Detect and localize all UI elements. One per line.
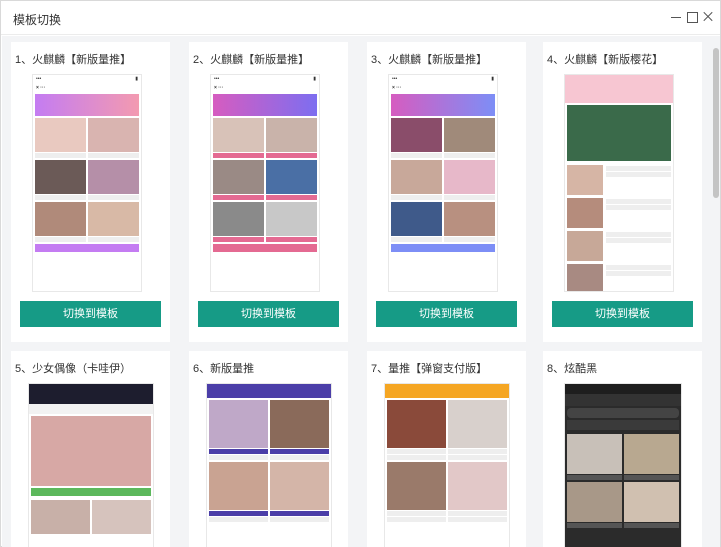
minimize-icon[interactable]: [669, 10, 683, 24]
template-name: 5、少女偶像（卡哇伊）: [15, 363, 132, 375]
template-card-5: 5、少女偶像（卡哇伊）: [11, 351, 170, 547]
template-preview-image[interactable]: ••• ▮ × ···: [210, 74, 320, 292]
template-preview-image[interactable]: [384, 383, 510, 547]
template-card-3: 3、火麒麟【新版量推】 ••• ▮ × ··· 切换到模板: [367, 42, 526, 342]
vertical-scrollbar[interactable]: [711, 36, 720, 547]
switch-template-button[interactable]: 切换到模板: [20, 301, 161, 327]
close-icon[interactable]: [701, 10, 715, 24]
template-name: 8、炫酷黑: [547, 363, 598, 375]
template-preview-image[interactable]: ••• ▮ × ···: [388, 74, 498, 292]
maximize-icon[interactable]: [685, 10, 699, 24]
template-card-1: 1、火麒麟【新版量推】 ••• ▮ × ··· 切换到模板: [11, 42, 170, 342]
template-grid: 1、火麒麟【新版量推】 ••• ▮ × ··· 切换到模板 2、火麒麟【新版量推】: [2, 36, 720, 547]
template-name: 7、量推【弹窗支付版】: [371, 363, 488, 375]
template-name: 6、新版量推: [193, 363, 255, 375]
template-card-7: 7、量推【弹窗支付版】: [367, 351, 526, 547]
template-preview-image[interactable]: ••• ▮ × ···: [32, 74, 142, 292]
title-bar: 模板切换: [1, 1, 720, 35]
template-name: 4、火麒麟【新版樱花】: [547, 54, 664, 66]
switch-template-button[interactable]: 切换到模板: [552, 301, 693, 327]
template-preview-image[interactable]: [564, 383, 682, 547]
template-card-4: 4、火麒麟【新版樱花】 切换到模板: [543, 42, 702, 342]
template-card-2: 2、火麒麟【新版量推】 ••• ▮ × ··· 切换到模板: [189, 42, 348, 342]
template-preview-image[interactable]: [564, 74, 674, 292]
template-card-6: 6、新版量推: [189, 351, 348, 547]
template-card-8: 8、炫酷黑: [543, 351, 702, 547]
template-preview-image[interactable]: [206, 383, 332, 547]
window-title: 模板切换: [13, 13, 62, 27]
template-preview-image[interactable]: [28, 383, 154, 547]
template-switch-window: 模板切换 1、火麒麟【新版量推】 ••• ▮ × ··· 切换到模板 2、火麒麟…: [0, 0, 721, 547]
switch-template-button[interactable]: 切换到模板: [198, 301, 339, 327]
switch-template-button[interactable]: 切换到模板: [376, 301, 517, 327]
template-name: 3、火麒麟【新版量推】: [371, 54, 488, 66]
template-name: 1、火麒麟【新版量推】: [15, 54, 132, 66]
template-name: 2、火麒麟【新版量推】: [193, 54, 310, 66]
scrollbar-thumb[interactable]: [713, 48, 719, 198]
